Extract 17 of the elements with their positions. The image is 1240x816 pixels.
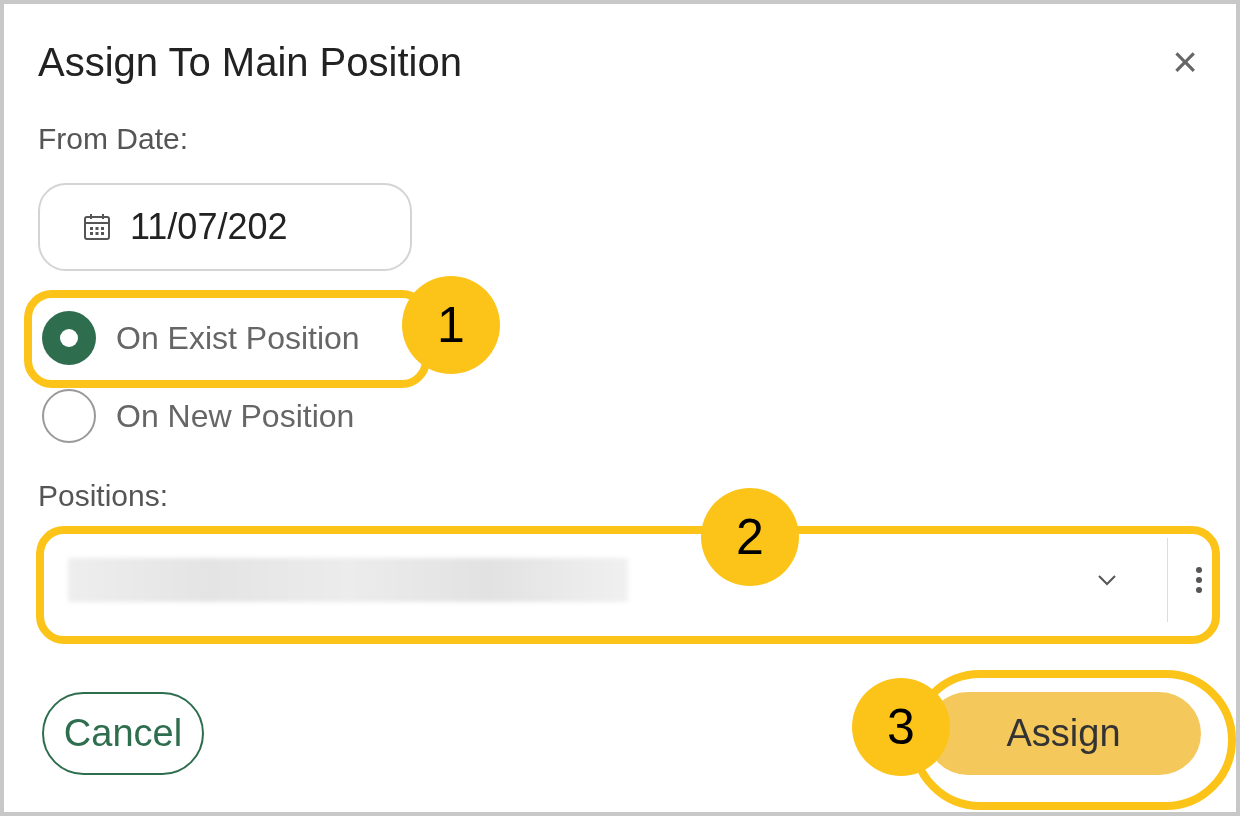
step-badge: 3 — [852, 678, 950, 776]
close-button[interactable]: × — [1172, 40, 1198, 84]
option-label[interactable]: On New Position — [116, 392, 355, 440]
option-label[interactable]: On Exist Position — [116, 314, 360, 362]
more-icon[interactable] — [1196, 567, 1202, 593]
dialog-title: Assign To Main Position — [38, 39, 462, 86]
calendar-icon — [82, 212, 112, 242]
step-badge: 1 — [402, 276, 500, 374]
field-label: From Date: — [38, 121, 190, 157]
radio-button[interactable] — [42, 389, 96, 443]
cancel-button[interactable]: Cancel — [42, 692, 204, 775]
step-badge: 2 — [701, 488, 799, 586]
field-label: Positions: — [38, 478, 170, 514]
radio-button[interactable] — [42, 311, 96, 365]
chevron-down-icon — [1097, 574, 1117, 586]
date-value: 11/07/202 — [130, 205, 288, 249]
date-field[interactable]: 11/07/202 — [38, 183, 412, 271]
